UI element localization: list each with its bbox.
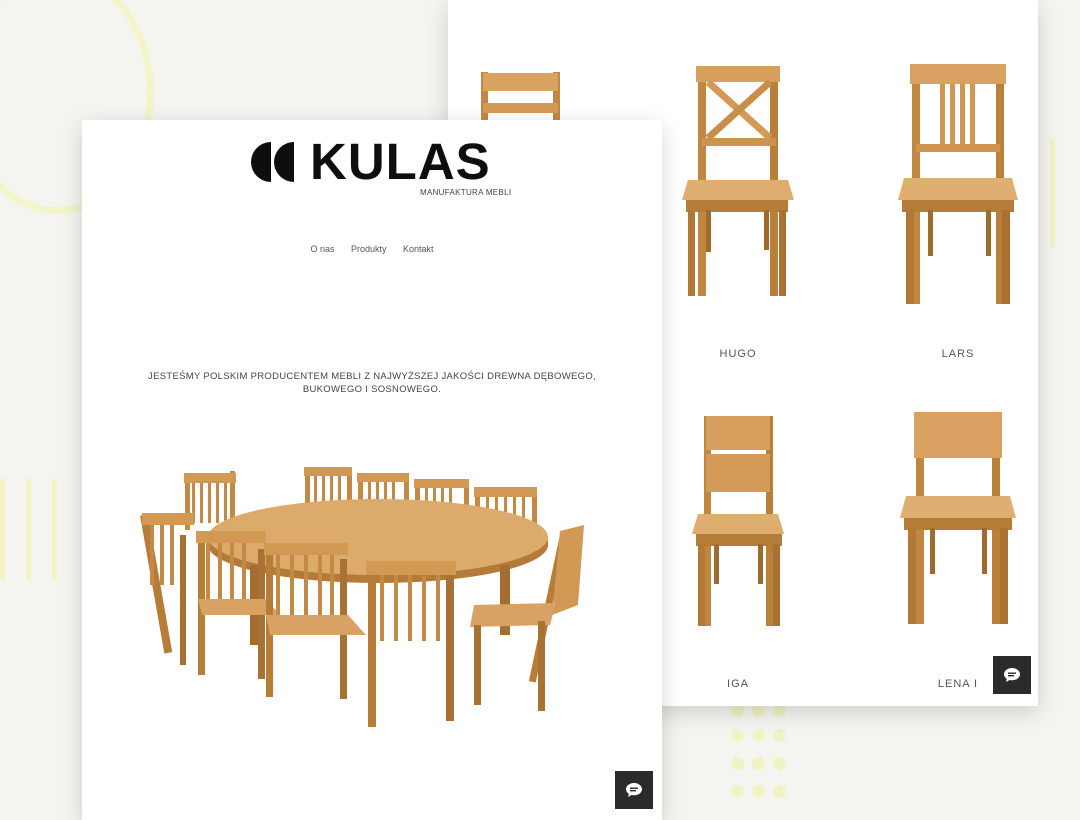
homepage: KULAS MANUFAKTURA MEBLI O nas Produkty K… — [82, 120, 662, 820]
decorative-bar — [26, 478, 31, 580]
product-card-lars[interactable]: LARS — [878, 60, 1038, 365]
chat-bubble-icon — [1004, 668, 1020, 682]
nav-item-o-nas[interactable]: O nas — [310, 244, 334, 254]
product-name: HUGO — [719, 348, 757, 360]
hero-tagline: JESTEŚMY POLSKIM PRODUCENTEM MEBLI Z NAJ… — [148, 371, 596, 395]
decorative-bar — [0, 478, 5, 580]
product-name: IGA — [727, 678, 749, 690]
chat-button[interactable] — [993, 656, 1031, 694]
product-image-lena-i — [900, 412, 1016, 624]
kulas-logo-icon — [251, 142, 294, 182]
brand-subtitle: MANUFAKTURA MEBLI — [420, 188, 512, 197]
product-card-iga[interactable]: IGA — [658, 410, 818, 700]
decorative-bar — [52, 478, 57, 580]
chat-button[interactable] — [615, 771, 653, 809]
nav-item-produkty[interactable]: Produkty — [351, 244, 387, 254]
main-nav: O nas Produkty Kontakt — [82, 244, 662, 254]
decorative-bar — [1050, 140, 1055, 248]
product-image-hugo — [682, 66, 794, 296]
brand-logo[interactable]: KULAS — [250, 133, 510, 196]
product-name: LARS — [941, 348, 975, 360]
nav-item-kontakt[interactable]: Kontakt — [403, 244, 434, 254]
product-image-iga — [692, 416, 784, 626]
product-card-hugo[interactable]: HUGO — [658, 60, 818, 365]
dining-set-image — [140, 467, 584, 727]
product-image-lars — [898, 64, 1018, 304]
brand-name: KULAS — [310, 133, 491, 190]
chat-bubble-icon — [626, 783, 642, 797]
